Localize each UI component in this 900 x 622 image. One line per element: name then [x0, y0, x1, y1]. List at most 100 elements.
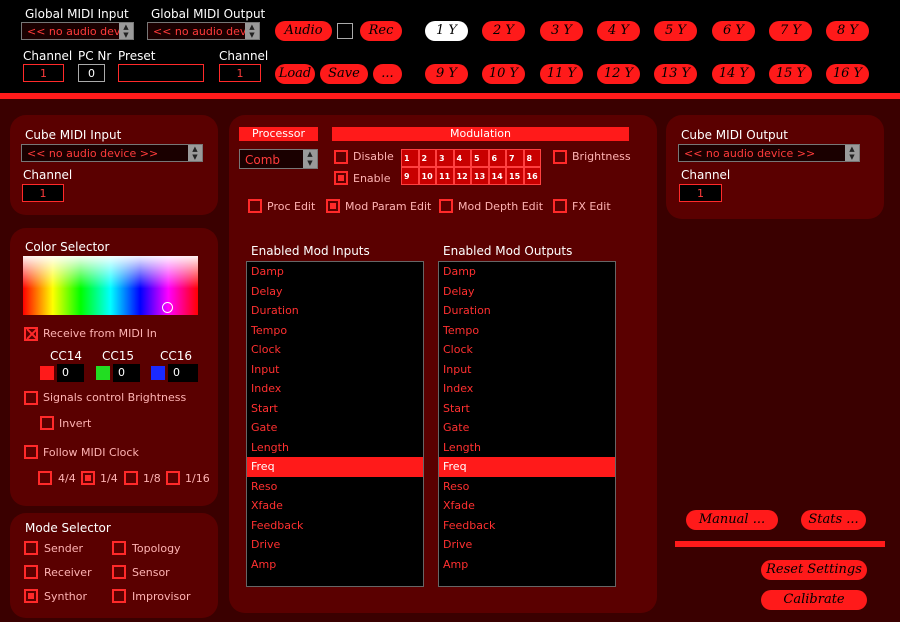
proc-edit-checkbox[interactable] [248, 199, 262, 213]
signals-brightness-checkbox[interactable] [24, 391, 38, 405]
cc14-value[interactable]: 0 [57, 364, 84, 382]
manual-button[interactable]: Manual ... [686, 510, 778, 530]
voice-button[interactable]: 13 Y [654, 64, 697, 84]
receive-midi-checkbox[interactable] [24, 327, 38, 341]
load-button[interactable]: Load [275, 64, 315, 84]
list-item[interactable]: Delay [439, 282, 615, 302]
list-item[interactable]: Index [439, 379, 615, 399]
voice-button[interactable]: 2 Y [482, 21, 525, 41]
list-item[interactable]: Amp [439, 555, 615, 575]
more-button[interactable]: ... [373, 64, 402, 84]
rec-button[interactable]: Rec [360, 21, 402, 41]
mode-improvisor-radio[interactable] [112, 589, 126, 603]
list-item[interactable]: Damp [247, 262, 423, 282]
mode-topology-radio[interactable] [112, 541, 126, 555]
voice-button[interactable]: 14 Y [712, 64, 755, 84]
voice-button[interactable]: 9 Y [425, 64, 468, 84]
voice-button[interactable]: 5 Y [654, 21, 697, 41]
voice-button[interactable]: 16 Y [826, 64, 869, 84]
voice-button[interactable]: 15 Y [769, 64, 812, 84]
mod-channel-cell[interactable]: 14 [488, 167, 506, 185]
mod-channel-cell[interactable]: 12 [453, 167, 471, 185]
mod-enable-checkbox[interactable] [334, 171, 348, 185]
mod-channel-cell[interactable]: 16 [523, 167, 541, 185]
mod-channel-cell[interactable]: 13 [471, 167, 489, 185]
rec-toggle-checkbox[interactable] [337, 23, 353, 39]
mod-channel-cell[interactable]: 6 [488, 149, 506, 167]
list-item[interactable]: Xfade [439, 496, 615, 516]
voice-button[interactable]: 12 Y [597, 64, 640, 84]
audio-button[interactable]: Audio [275, 21, 332, 41]
mod-depth-edit-checkbox[interactable] [439, 199, 453, 213]
voice-button[interactable]: 1 Y [425, 21, 468, 41]
mod-channel-cell[interactable]: 8 [523, 149, 541, 167]
stats-button[interactable]: Stats ... [801, 510, 866, 530]
cube-out-channel-field[interactable]: 1 [679, 184, 722, 202]
list-item[interactable]: Gate [439, 418, 615, 438]
list-item[interactable]: Duration [439, 301, 615, 321]
mod-channel-cell[interactable]: 3 [436, 149, 454, 167]
mod-channel-cell[interactable]: 5 [471, 149, 489, 167]
voice-button[interactable]: 6 Y [712, 21, 755, 41]
clock-4-4-checkbox[interactable] [38, 471, 52, 485]
list-item[interactable]: Reso [439, 477, 615, 497]
follow-midi-clock-checkbox[interactable] [24, 445, 38, 459]
list-item[interactable]: Input [439, 360, 615, 380]
list-item[interactable]: Amp [247, 555, 423, 575]
list-item[interactable]: Delay [247, 282, 423, 302]
list-item[interactable]: Tempo [439, 321, 615, 341]
list-item[interactable]: Tempo [247, 321, 423, 341]
processor-dropdown[interactable]: Comb ▲ ▼ [239, 149, 318, 169]
save-button[interactable]: Save [320, 64, 368, 84]
mod-channel-cell[interactable]: 7 [506, 149, 524, 167]
list-item[interactable]: Input [247, 360, 423, 380]
mod-channel-cell[interactable]: 2 [418, 149, 436, 167]
list-item[interactable]: Start [439, 399, 615, 419]
list-item[interactable]: Xfade [247, 496, 423, 516]
cc16-value[interactable]: 0 [168, 364, 198, 382]
clock-1-4-checkbox[interactable] [81, 471, 95, 485]
cube-midi-input-dropdown[interactable]: << no audio device >> ▲ ▼ [21, 144, 203, 162]
list-item[interactable]: Drive [247, 535, 423, 555]
mod-channel-cell[interactable]: 15 [506, 167, 524, 185]
list-item[interactable]: Duration [247, 301, 423, 321]
list-item[interactable]: Gate [247, 418, 423, 438]
list-item[interactable]: Start [247, 399, 423, 419]
mod-inputs-list[interactable]: Damp Delay Duration Tempo Clock Input Index Sta… [246, 261, 424, 587]
list-item[interactable]: Freq [439, 457, 615, 477]
list-item[interactable]: Clock [247, 340, 423, 360]
invert-checkbox[interactable] [40, 416, 54, 430]
voice-button[interactable]: 7 Y [769, 21, 812, 41]
color-picker-cursor[interactable] [162, 302, 173, 313]
mod-channel-cell[interactable]: 4 [453, 149, 471, 167]
list-item[interactable]: Length [247, 438, 423, 458]
global-midi-output-dropdown[interactable]: << no audio devic... ▲ ▼ [147, 22, 260, 40]
voice-button[interactable]: 4 Y [597, 21, 640, 41]
color-picker-gradient[interactable] [23, 256, 198, 315]
list-item[interactable]: Drive [439, 535, 615, 555]
channel-field[interactable]: 1 [23, 64, 64, 82]
list-item[interactable]: Freq [247, 457, 423, 477]
cc15-value[interactable]: 0 [113, 364, 140, 382]
mode-receiver-radio[interactable] [24, 565, 38, 579]
pc-nr-field[interactable]: 0 [78, 64, 105, 82]
clock-1-16-checkbox[interactable] [166, 471, 180, 485]
fx-edit-checkbox[interactable] [553, 199, 567, 213]
list-item[interactable]: Feedback [439, 516, 615, 536]
preset-field[interactable] [118, 64, 204, 82]
mod-channel-cell[interactable]: 11 [436, 167, 454, 185]
reset-settings-button[interactable]: Reset Settings [761, 560, 867, 580]
cube-in-channel-field[interactable]: 1 [22, 184, 64, 202]
mode-sender-radio[interactable] [24, 541, 38, 555]
list-item[interactable]: Clock [439, 340, 615, 360]
mode-synthor-radio[interactable] [24, 589, 38, 603]
list-item[interactable]: Length [439, 438, 615, 458]
list-item[interactable]: Feedback [247, 516, 423, 536]
list-item[interactable]: Index [247, 379, 423, 399]
list-item[interactable]: Reso [247, 477, 423, 497]
mod-channel-cell[interactable]: 9 [401, 167, 419, 185]
mod-param-edit-checkbox[interactable] [326, 199, 340, 213]
channel2-field[interactable]: 1 [219, 64, 261, 82]
mod-disable-checkbox[interactable] [334, 150, 348, 164]
global-midi-input-dropdown[interactable]: << no audio devic... ▲ ▼ [21, 22, 134, 40]
